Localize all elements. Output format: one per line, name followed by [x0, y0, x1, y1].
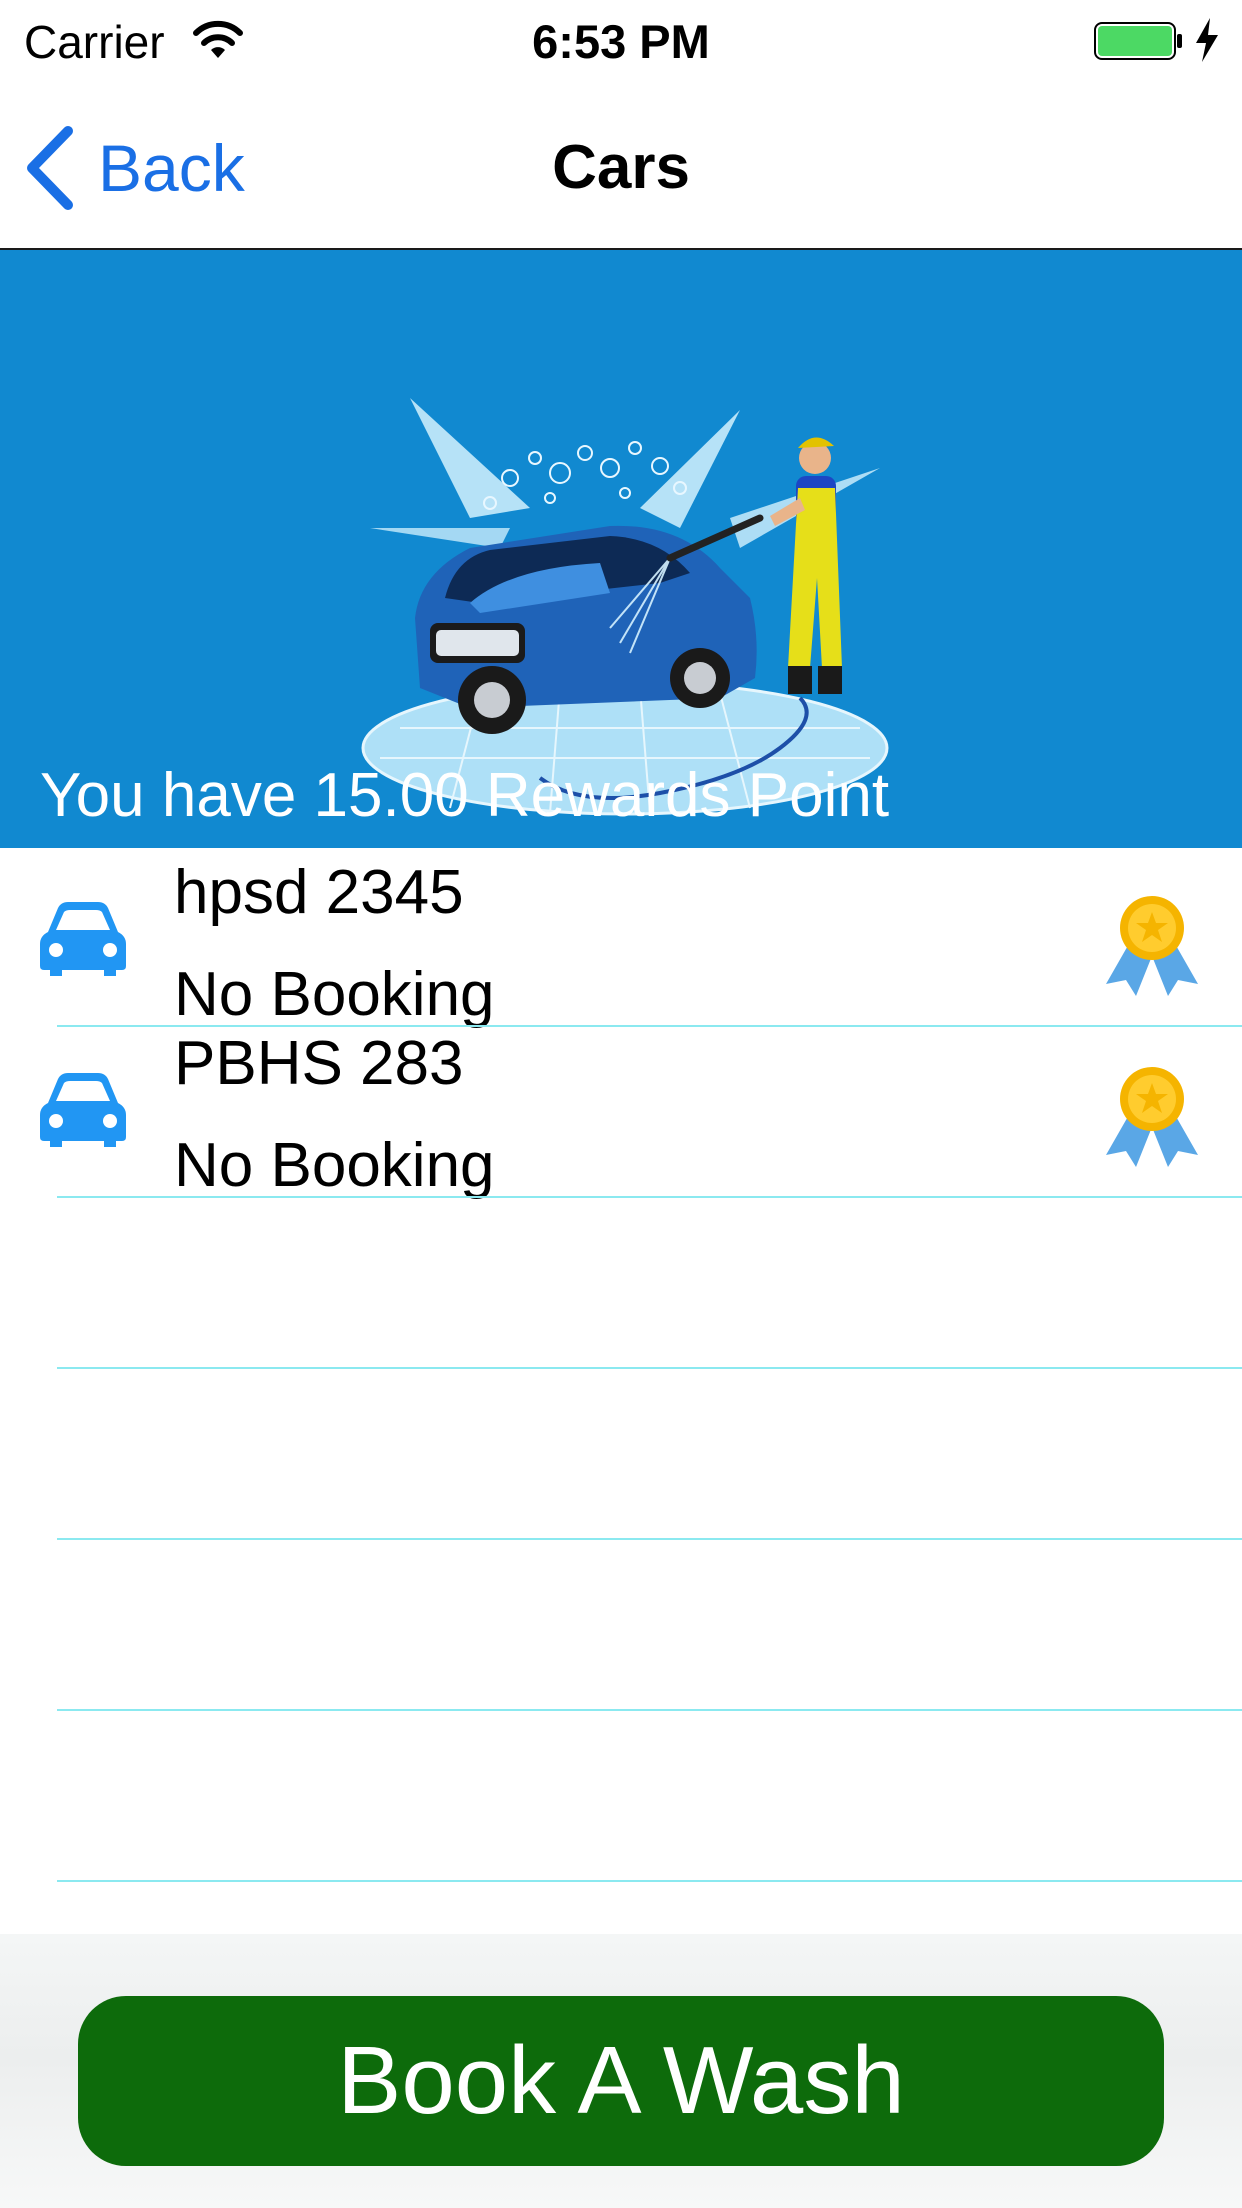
charging-bolt-icon [1196, 18, 1218, 62]
car-list: hpsd 2345 No Booking PBHS 283 No Booking [0, 848, 1242, 1934]
page-title: Cars [552, 133, 690, 202]
car-plate-number: PBHS 283 [174, 1029, 464, 1098]
car-plate-number: hpsd 2345 [174, 858, 464, 927]
footer: Book A Wash [0, 1934, 1242, 2208]
booking-status: No Booking [174, 1131, 495, 1200]
car-wash-illustration [361, 398, 889, 816]
row-separator [57, 1196, 1242, 1198]
rewards-banner: You have 15.00 Rewards Point [0, 250, 1242, 848]
status-time: 6:53 PM [532, 15, 710, 68]
battery-icon [1094, 22, 1182, 60]
rewards-points-text: You have 15.00 Rewards Point [40, 761, 890, 830]
row-separator [57, 1709, 1242, 1711]
car-list-item[interactable]: PBHS 283 No Booking [0, 1019, 1242, 1200]
car-icon [40, 902, 126, 976]
book-a-wash-button[interactable]: Book A Wash [78, 1996, 1164, 2166]
navigation-bar: Back Cars [0, 84, 1242, 250]
medal-icon[interactable] [1100, 1063, 1204, 1167]
row-separator [57, 1367, 1242, 1369]
car-list-item[interactable]: hpsd 2345 No Booking [0, 848, 1242, 1029]
row-separator [57, 1538, 1242, 1540]
row-separator [57, 1880, 1242, 1882]
status-bar: Carrier 6:53 PM [0, 0, 1242, 84]
car-icon [40, 1073, 126, 1147]
medal-icon[interactable] [1100, 892, 1204, 996]
